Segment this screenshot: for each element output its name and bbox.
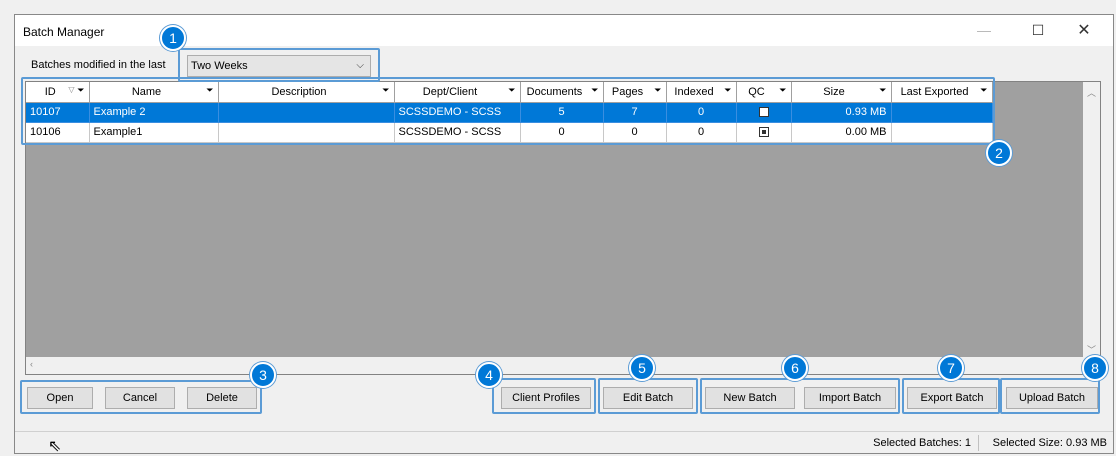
minimize-icon[interactable]: — bbox=[961, 15, 1007, 46]
selected-size-status: Selected Size: 0.93 MB bbox=[992, 437, 1107, 449]
highlight-box-4 bbox=[492, 378, 596, 414]
callout-badge-1: 1 bbox=[160, 25, 186, 51]
maximize-icon[interactable]: ☐ bbox=[1015, 15, 1061, 46]
highlight-box-7 bbox=[902, 378, 1000, 414]
selected-batches-status: Selected Batches: 1 bbox=[873, 437, 971, 449]
scroll-up-icon[interactable]: ︿ bbox=[1087, 86, 1096, 99]
callout-badge-6: 6 bbox=[782, 355, 808, 381]
filter-label: Batches modified in the last bbox=[31, 59, 166, 71]
callout-badge-8: 8 bbox=[1082, 355, 1108, 381]
highlight-box-5 bbox=[598, 378, 698, 414]
highlight-box-2 bbox=[21, 77, 995, 145]
highlight-box-3 bbox=[20, 380, 262, 414]
status-bar: Selected Batches: 1 Selected Size: 0.93 … bbox=[15, 431, 1113, 453]
callout-badge-4: 4 bbox=[476, 362, 502, 388]
highlight-box-6 bbox=[700, 378, 900, 414]
highlight-box-8 bbox=[1000, 378, 1100, 414]
mouse-cursor-icon: ⇖ bbox=[48, 438, 62, 455]
callout-badge-2: 2 bbox=[986, 140, 1012, 166]
callout-badge-5: 5 bbox=[629, 355, 655, 381]
vertical-scrollbar[interactable]: ︿ ﹀ bbox=[1083, 82, 1100, 358]
window-title: Batch Manager bbox=[23, 25, 105, 39]
callout-badge-3: 3 bbox=[250, 362, 276, 388]
horizontal-scrollbar[interactable]: ‹ bbox=[26, 357, 1085, 374]
close-icon[interactable]: ✕ bbox=[1061, 15, 1107, 46]
scroll-left-icon[interactable]: ‹ bbox=[30, 359, 33, 369]
status-divider bbox=[978, 435, 979, 451]
callout-badge-7: 7 bbox=[938, 355, 964, 381]
